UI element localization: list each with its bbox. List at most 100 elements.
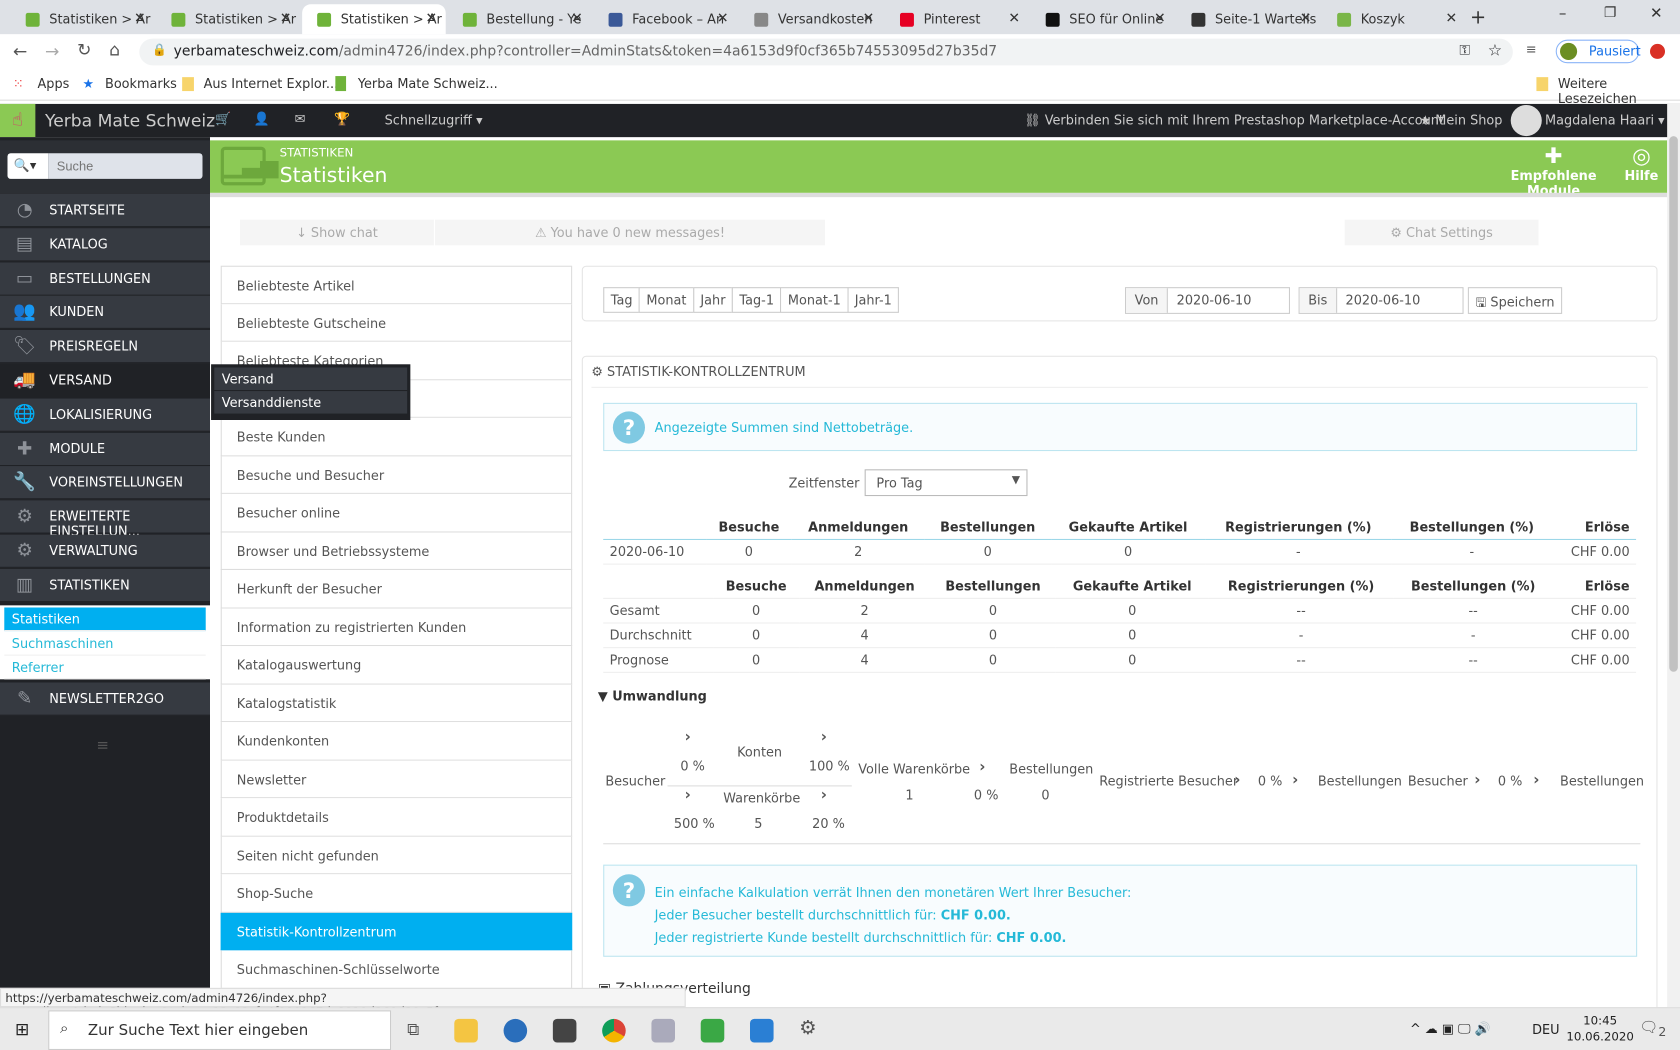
bookmark-yerba[interactable]: Yerba Mate Schweiz... <box>358 76 498 91</box>
browser-tab[interactable]: SEO für Online ✕ <box>1031 4 1175 34</box>
chat-messages[interactable]: ⚠ You have 0 new messages! <box>434 219 825 246</box>
nav-statistiken[interactable]: ▥ STATISTIKEN <box>0 568 210 602</box>
nav-newsletter2go[interactable]: ✎ NEWSLETTER2GO <box>0 682 210 716</box>
save-button[interactable]: 🖫 Speichern <box>1467 287 1563 314</box>
stats-module-item[interactable]: Seiten nicht gefunden <box>220 836 573 875</box>
stats-module-item[interactable]: Katalogstatistik <box>220 684 573 723</box>
submenu-suchmaschinen[interactable]: Suchmaschinen <box>4 632 206 656</box>
flyout-versand[interactable]: Versand <box>214 367 408 390</box>
taskbar-search[interactable]: ⌕ Zur Suche Text hier eingeben <box>48 1010 392 1050</box>
stats-module-item[interactable]: Beste Kunden <box>220 417 573 456</box>
user-icon[interactable]: 👤 <box>254 111 270 126</box>
chat-settings-button[interactable]: ⚙ Chat Settings <box>1344 219 1539 246</box>
close-tab-icon[interactable]: ✕ <box>280 11 292 27</box>
maximize-button[interactable]: ❐ <box>1604 5 1616 21</box>
browser-tab[interactable]: Statistiken > Ar ✕ <box>302 4 446 35</box>
period-button[interactable]: Jahr <box>692 287 733 313</box>
stats-module-item[interactable]: Kundenkonten <box>220 722 573 761</box>
stats-module-item[interactable]: Besucher online <box>220 493 573 532</box>
bookmark-apps[interactable]: Apps <box>37 76 69 91</box>
stats-module-item[interactable]: Information zu registrierten Kunden <box>220 608 573 647</box>
search-input[interactable] <box>48 153 203 179</box>
to-date-input[interactable]: 2020-06-10 <box>1337 288 1429 313</box>
close-tab-icon[interactable]: ✕ <box>571 11 583 27</box>
key-icon[interactable]: ⚿ <box>1459 43 1470 59</box>
stats-module-item[interactable]: Beliebteste Gutscheine <box>220 303 573 342</box>
back-icon[interactable]: ← <box>13 41 27 61</box>
nav-katalog[interactable]: ▤ KATALOG <box>0 227 210 262</box>
stats-module-item[interactable]: Statistik-Kontrollzentrum <box>220 912 573 951</box>
language-indicator[interactable]: DEU <box>1532 1022 1559 1037</box>
nav-startseite[interactable]: ◔ STARTSEITE <box>0 193 210 228</box>
mail-icon[interactable]: ✉ <box>295 111 306 126</box>
recommended-modules-button[interactable]: ✚ Empfohlene Module <box>1496 142 1612 198</box>
bookmark-bookmarks[interactable]: Bookmarks <box>105 76 177 91</box>
new-tab-button[interactable]: + <box>1470 6 1486 28</box>
cart-icon[interactable]: 🛒 <box>215 111 231 126</box>
browser-tab[interactable]: Koszyk ✕ <box>1322 4 1466 34</box>
windows-start-icon[interactable]: ⊞ <box>15 1019 29 1039</box>
task-view-icon[interactable]: ⧉ <box>407 1019 419 1040</box>
breadcrumb[interactable]: STATISTIKEN <box>280 146 354 160</box>
user-avatar[interactable] <box>1510 104 1542 137</box>
stats-module-item[interactable]: Produktdetails <box>220 798 573 837</box>
minimize-button[interactable]: – <box>1559 5 1567 22</box>
nav-lokalisierung[interactable]: 🌐 LOKALISIERUNG <box>0 398 210 432</box>
clock[interactable]: 10:45 10.06.2020 <box>1566 1012 1633 1044</box>
collapse-sidebar-icon[interactable]: ≡ <box>96 737 109 754</box>
period-button[interactable]: Jahr-1 <box>847 287 900 313</box>
shop-name[interactable]: Yerba Mate Schweiz <box>45 110 215 130</box>
star-icon[interactable]: ☆ <box>1488 41 1502 60</box>
submenu-referrer[interactable]: Referrer <box>4 655 206 680</box>
from-date-input[interactable]: 2020-06-10 <box>1168 288 1260 313</box>
stats-module-item[interactable]: Herkunft der Besucher <box>220 569 573 609</box>
reload-icon[interactable]: ↻ <box>77 40 91 60</box>
zeitfenster-select[interactable]: Pro Tag ▼ <box>864 469 1028 497</box>
writer-icon[interactable] <box>749 1018 774 1043</box>
browser-tab[interactable]: Bestellung - Ye ✕ <box>448 4 592 34</box>
period-button[interactable]: Tag <box>603 287 640 313</box>
stats-module-item[interactable]: Newsletter <box>220 760 573 799</box>
period-button[interactable]: Monat-1 <box>780 287 849 313</box>
browser-tab[interactable]: Facebook – An ✕ <box>594 4 738 34</box>
calc-spreadsheet-icon[interactable] <box>700 1018 725 1043</box>
browser-tab[interactable]: Statistiken > Ar ✕ <box>156 4 300 34</box>
logo-icon[interactable]: ☝ <box>0 103 36 138</box>
period-button[interactable]: Monat <box>638 287 694 313</box>
nav-kunden[interactable]: 👥 KUNDEN <box>0 296 210 330</box>
browser-tab[interactable]: Pinterest ✕ <box>885 4 1029 34</box>
close-tab-icon[interactable]: ✕ <box>1300 11 1312 27</box>
update-icon[interactable] <box>1649 43 1665 59</box>
close-tab-icon[interactable]: ✕ <box>1445 11 1457 27</box>
profile-button[interactable]: Pausiert <box>1555 39 1641 64</box>
thunderbird-icon[interactable] <box>503 1018 528 1043</box>
show-chat-button[interactable]: ↓ Show chat <box>239 219 434 246</box>
chrome-icon[interactable] <box>602 1018 626 1043</box>
my-shop-link[interactable]: ★ Mein Shop <box>1420 112 1503 127</box>
nav-module[interactable]: ✚ MODULE <box>0 432 210 466</box>
settings-icon[interactable]: ⚙ <box>799 1017 816 1040</box>
quick-access-menu[interactable]: Schnellzugriff ▾ <box>385 112 483 127</box>
user-menu[interactable]: Magdalena Haari ▾ <box>1545 112 1665 127</box>
browser-tab[interactable]: Versandkosten ✕ <box>739 4 883 34</box>
help-button[interactable]: ◎ Hilfe <box>1622 142 1661 183</box>
close-tab-icon[interactable]: ✕ <box>863 11 875 27</box>
nav-versand[interactable]: 🚚 VERSAND <box>0 364 210 398</box>
app-icon[interactable] <box>651 1018 675 1043</box>
home-icon[interactable]: ⌂ <box>109 40 120 60</box>
stats-module-item[interactable]: Suchmaschinen-Schlüsselworte <box>220 950 573 989</box>
bookmark-other[interactable]: Weitere Lesezeichen <box>1558 76 1680 106</box>
bookmark-ie[interactable]: Aus Internet Explor... <box>204 76 339 91</box>
stats-module-item[interactable]: Katalogauswertung <box>220 646 573 685</box>
close-tab-icon[interactable]: ✕ <box>1008 11 1020 27</box>
close-tab-icon[interactable]: ✕ <box>425 11 437 27</box>
url-input[interactable]: 🔒 yerbamateschweiz.com/admin4726/index.p… <box>139 38 1513 66</box>
scrollbar[interactable] <box>1667 103 1680 1008</box>
nav-preisregeln[interactable]: 🏷 PREISREGELN <box>0 330 210 364</box>
marketplace-link[interactable]: ⛓ Verbinden Sie sich mit Ihrem Prestasho… <box>1024 112 1444 127</box>
browser-tab[interactable]: Statistiken > Ar ✕ <box>11 4 155 34</box>
stats-module-item[interactable]: Shop-Suche <box>220 874 573 913</box>
submenu-statistiken[interactable]: Statistiken <box>4 607 206 632</box>
search-type-dropdown[interactable]: 🔍▾ <box>7 153 49 179</box>
nav-voreinstellungen[interactable]: 🔧 VOREINSTELLUNGEN <box>0 466 210 500</box>
